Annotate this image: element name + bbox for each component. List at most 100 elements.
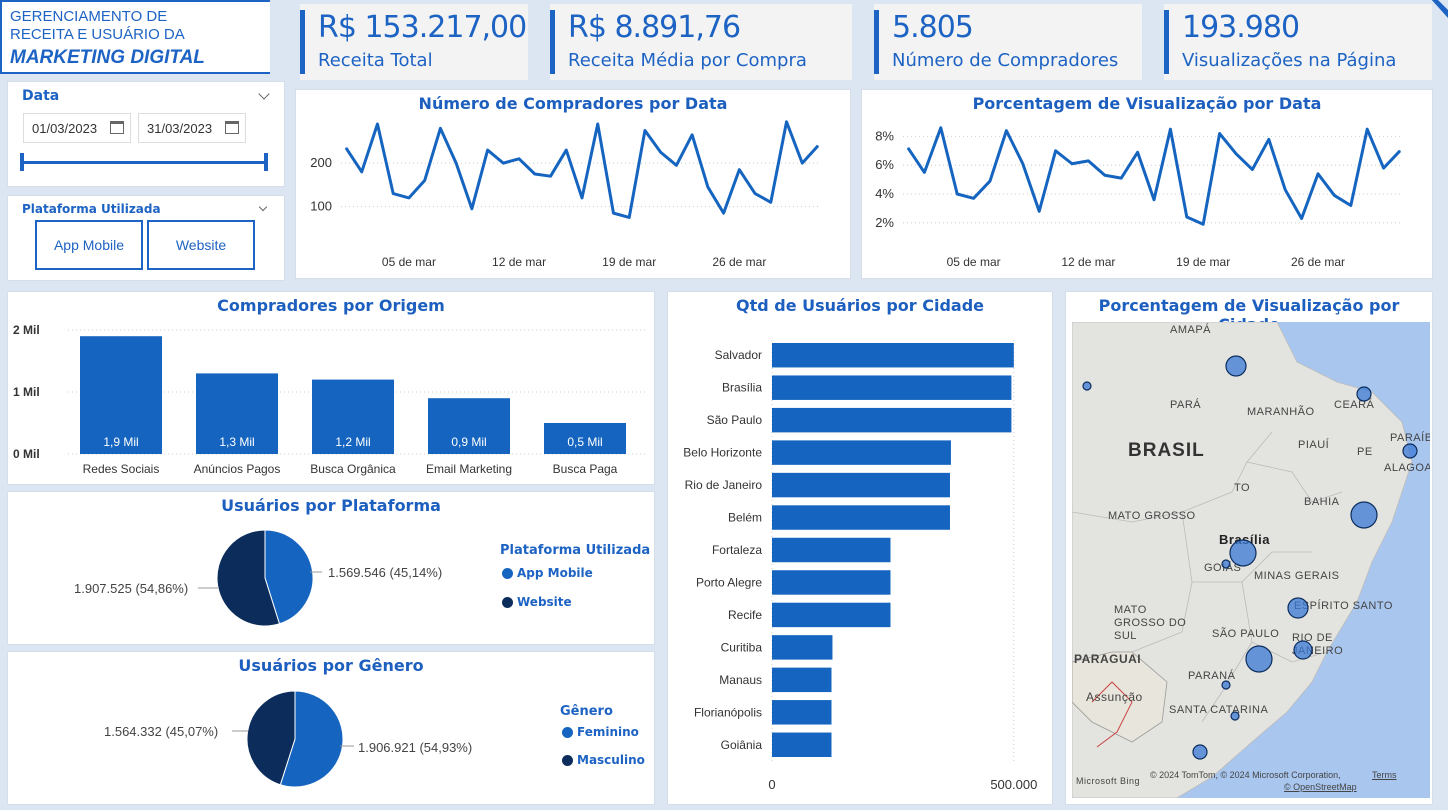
kpi-numero-compradores: 5.805 Número de Compradores [874, 4, 1142, 80]
data-point [660, 151, 662, 153]
platform-slicer-title: Plataforma Utilizada [22, 202, 161, 216]
map-osm-link[interactable]: © OpenStreetMap [1284, 782, 1357, 792]
y-category-label: Belém [728, 511, 762, 525]
legend-item-app-mobile[interactable]: App Mobile [502, 566, 593, 580]
data-point [1399, 150, 1401, 152]
start-date-input[interactable]: 01/03/2023 [23, 113, 131, 143]
kpi-receita-media: R$ 8.891,76 Receita Média por Compra [550, 4, 852, 80]
data-point [1301, 217, 1303, 219]
data-point [1366, 128, 1368, 130]
data-point [817, 145, 819, 147]
chart-users-by-platform: Usuários por Plataforma 1.569.546 (45,14… [8, 492, 654, 644]
y-category-label: Fortaleza [712, 543, 762, 557]
bar [772, 635, 833, 660]
x-tick-label: 19 de mar [1176, 255, 1230, 269]
data-point [1186, 216, 1188, 218]
end-date-input[interactable]: 31/03/2023 [138, 113, 246, 143]
data-point [1055, 150, 1057, 152]
x-tick-label: 0 [768, 777, 775, 792]
legend-item-website[interactable]: Website [502, 595, 572, 609]
data-point [581, 197, 583, 199]
chart-users-by-gender: Usuários por Gênero 1.906.921 (54,93%) 1… [8, 652, 654, 804]
data-point [1350, 205, 1352, 207]
date-range-slider[interactable] [22, 161, 268, 164]
legend-item-masculino[interactable]: Masculino [562, 753, 645, 767]
data-point [1202, 223, 1204, 225]
data-point [1169, 128, 1171, 130]
bar [772, 472, 950, 498]
data-point [628, 216, 630, 218]
calendar-icon[interactable] [225, 121, 239, 134]
data-point [786, 121, 788, 123]
slider-handle-end[interactable] [264, 153, 268, 171]
y-tick-label: 200 [310, 155, 332, 170]
y-tick-label: 1 Mil [13, 385, 40, 399]
data-point [345, 147, 347, 149]
y-tick-label: 100 [310, 199, 332, 214]
x-tick-label: 05 de mar [382, 255, 436, 269]
data-point [455, 162, 457, 164]
data-point [597, 123, 599, 125]
bar [772, 440, 951, 465]
slider-handle-start[interactable] [20, 153, 24, 171]
data-point [738, 169, 740, 171]
series-shadow-line [345, 120, 819, 219]
data-point [502, 162, 504, 164]
legend-dot [502, 596, 513, 608]
y-category-label: Goiânia [721, 738, 763, 752]
date-slicer-title: Data [22, 88, 60, 104]
data-point [361, 171, 363, 173]
map-terms-link[interactable]: Terms [1372, 770, 1397, 780]
y-tick-label: 2% [875, 215, 894, 230]
legend-dot [562, 726, 573, 738]
y-tick-label: 6% [875, 157, 894, 172]
map-canvas[interactable]: AMAPÁ PARÁ MARANHÃO CEARÁ PIAUÍ PARAÍBA … [1072, 322, 1430, 798]
series-line [344, 120, 820, 219]
x-category-label: Anúncios Pagos [194, 462, 281, 476]
calendar-icon[interactable] [110, 121, 124, 134]
data-point [376, 123, 378, 125]
data-point [1333, 194, 1335, 196]
data-point [1005, 130, 1007, 132]
data-point [439, 127, 441, 129]
bar-data-label: 1,9 Mil [103, 435, 138, 449]
bar-data-label: 0,9 Mil [451, 435, 486, 449]
x-category-label: Redes Sociais [83, 462, 160, 476]
data-point [1251, 169, 1253, 171]
bar-data-label: 0,5 Mil [567, 435, 602, 449]
x-tick-label: 26 de mar [1291, 255, 1345, 269]
y-category-label: Brasília [722, 381, 762, 395]
data-point [973, 197, 975, 199]
city-bubble [1293, 640, 1313, 660]
pie-data-label: 1.564.332 (45,07%) [104, 724, 219, 739]
line-chart-view-pct: 2% 4% 6% 8% 05 de mar 12 de mar 19 de mar 26 de… [875, 126, 1402, 269]
data-point [1038, 210, 1040, 212]
x-tick-label: 500.000 [990, 777, 1037, 792]
data-point [989, 180, 991, 182]
platform-option-website[interactable]: Website [147, 220, 255, 270]
y-category-label: Curitiba [721, 640, 763, 654]
data-point [691, 134, 693, 136]
kpi-value: R$ 153.217,00 [318, 10, 527, 45]
chevron-down-icon[interactable] [258, 88, 270, 100]
x-category-label: Email Marketing [426, 462, 512, 476]
chevron-down-icon[interactable] [258, 202, 268, 212]
map-view-pct-by-city: Porcentagem de Visualização por Cidade A… [1066, 292, 1432, 804]
data-point [471, 208, 473, 210]
y-category-label: Recife [728, 608, 762, 622]
data-point [1022, 163, 1024, 165]
platform-option-app-mobile[interactable]: App Mobile [35, 220, 143, 270]
data-point [612, 212, 614, 214]
legend-dot [562, 754, 573, 766]
city-bubble [1225, 355, 1247, 377]
bar [772, 505, 950, 530]
y-tick-label: 8% [875, 128, 894, 143]
bar [772, 343, 1014, 368]
data-point [1071, 163, 1073, 165]
data-point [534, 173, 536, 175]
legend-item-feminino[interactable]: Feminino [562, 725, 639, 739]
bing-logo: Microsoft Bing [1076, 776, 1141, 786]
data-point [487, 149, 489, 151]
data-point [707, 186, 709, 188]
data-point [1383, 167, 1385, 169]
